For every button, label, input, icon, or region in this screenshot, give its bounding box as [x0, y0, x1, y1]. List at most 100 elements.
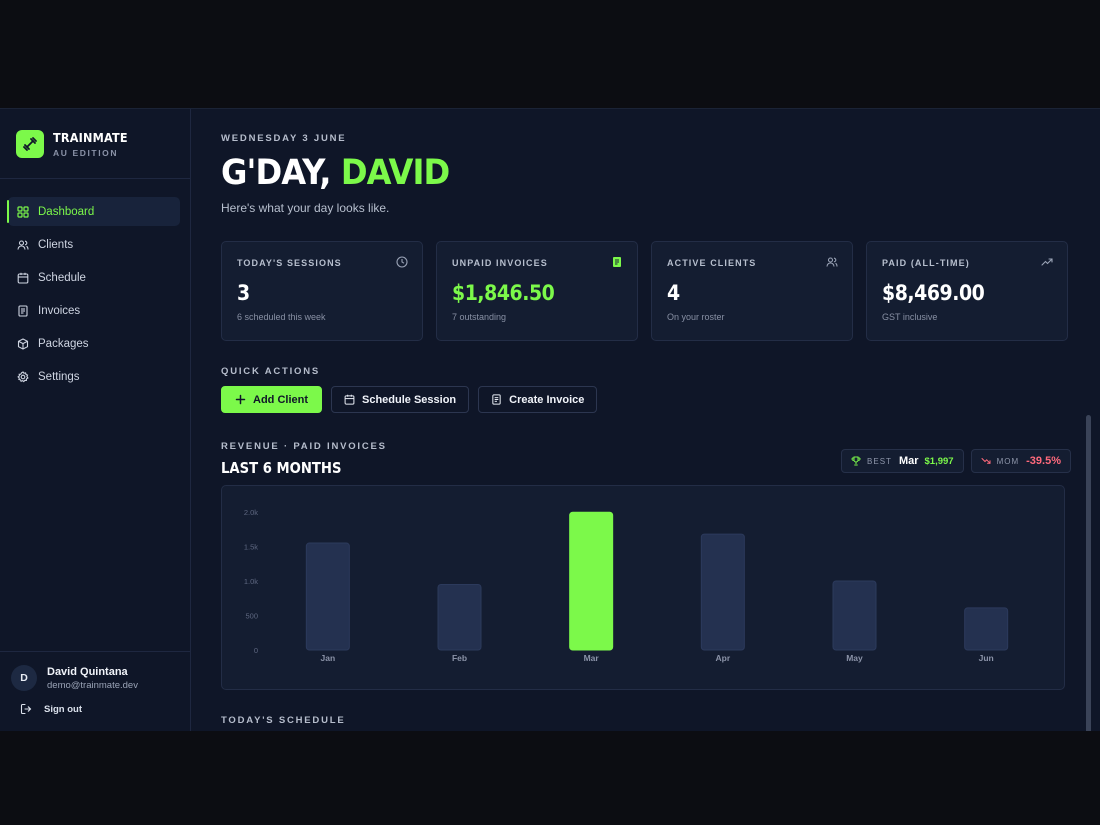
brand[interactable]: TRAINMATE AU EDITION [0, 109, 190, 179]
brand-name: TRAINMATE [53, 129, 128, 145]
letterbox-top [0, 0, 1100, 108]
stat-label: ACTIVE CLIENTS [667, 258, 757, 268]
x-tick-label: May [846, 653, 863, 663]
stats-row: TODAY'S SESSIONS 3 6 scheduled this week… [221, 241, 1071, 341]
bar-jun[interactable] [964, 607, 1009, 651]
sign-out-button[interactable]: Sign out [0, 691, 190, 715]
users-icon [826, 257, 838, 267]
greeting-prefix: G'DAY, [221, 153, 341, 193]
y-tick-label: 1.5k [244, 543, 258, 552]
revenue-chart: 0 500 1.0k 1.5k 2.0k Jan Feb Mar Apr May Jun [221, 485, 1065, 690]
schedule-session-label: Schedule Session [362, 393, 457, 406]
dumbbell-icon [16, 129, 44, 158]
mom-change: -39.5% [1026, 455, 1061, 467]
stat-subtext: GST inclusive [882, 312, 938, 322]
trending-up-icon [1041, 258, 1053, 266]
stat-subtext: On your roster [667, 312, 725, 322]
stat-card-active-clients[interactable]: ACTIVE CLIENTS 4 On your roster [651, 241, 853, 341]
best-month: Mar [898, 455, 919, 467]
schedule-session-button[interactable]: Schedule Session [331, 386, 470, 413]
stat-label: PAID (ALL-TIME) [882, 258, 970, 268]
best-label: BEST [867, 456, 892, 466]
sidebar-item-label: Settings [38, 370, 80, 383]
x-tick-label: Jan [321, 653, 336, 663]
stat-value: $1,846.50 [452, 281, 555, 305]
sign-out-label: Sign out [44, 703, 82, 715]
sidebar-item-label: Dashboard [38, 205, 95, 218]
trophy-icon [851, 456, 861, 466]
sidebar-nav: Dashboard Clients Schedule Invoices Pack… [0, 179, 190, 391]
brand-subtitle: AU EDITION [53, 147, 119, 158]
x-tick-label: Jun [979, 653, 994, 663]
y-tick-label: 0 [254, 646, 258, 655]
bar-may[interactable] [832, 580, 877, 651]
stat-label: UNPAID INVOICES [452, 258, 548, 268]
user-email: demo@trainmate.dev [47, 679, 138, 691]
add-client-label: Add Client [253, 393, 308, 406]
mom-label: MOM [996, 456, 1020, 466]
sidebar-item-clients[interactable]: Clients [8, 230, 180, 259]
mom-change-badge: MOM -39.5% [970, 449, 1071, 473]
x-tick-label: Feb [452, 653, 467, 663]
sidebar-footer: D David Quintana demo@trainmate.dev Sign… [0, 651, 190, 731]
letterbox-bottom [0, 731, 1100, 825]
x-tick-label: Mar [584, 653, 600, 663]
x-tick-label: Apr [716, 653, 731, 663]
bar-mar[interactable] [569, 511, 614, 651]
current-date: WEDNESDAY 3 JUNE [221, 133, 347, 144]
receipt-icon [492, 394, 501, 405]
scrollbar[interactable] [1086, 415, 1091, 731]
bar-jan[interactable] [305, 542, 350, 651]
main-content: WEDNESDAY 3 JUNE G'DAY, DAVID Here's wha… [191, 109, 1100, 731]
bar-feb[interactable] [437, 583, 482, 651]
app-window: TRAINMATE AU EDITION Dashboard Clients S… [0, 108, 1100, 731]
sidebar-item-packages[interactable]: Packages [8, 329, 180, 358]
calendar-icon [344, 394, 355, 405]
trending-down-icon [981, 458, 991, 464]
quick-actions: Add Client Schedule Session Create Invoi… [221, 386, 1071, 413]
bar-apr[interactable] [700, 533, 745, 651]
stat-card-unpaid-invoices[interactable]: UNPAID INVOICES $1,846.50 7 outstanding [436, 241, 638, 341]
package-icon [17, 337, 29, 350]
create-invoice-button[interactable]: Create Invoice [478, 386, 598, 413]
logout-icon [20, 703, 32, 715]
greeting-name: DAVID [340, 153, 450, 193]
stat-card-paid-all-time[interactable]: PAID (ALL-TIME) $8,469.00 GST inclusive [866, 241, 1068, 341]
sidebar-item-dashboard[interactable]: Dashboard [7, 197, 180, 226]
user-name: David Quintana [47, 665, 128, 678]
stat-card-sessions[interactable]: TODAY'S SESSIONS 3 6 scheduled this week [221, 241, 423, 341]
sidebar: TRAINMATE AU EDITION Dashboard Clients S… [0, 109, 191, 731]
sidebar-item-label: Clients [38, 238, 74, 251]
stat-label: TODAY'S SESSIONS [237, 258, 342, 268]
todays-schedule-heading: TODAY'S SCHEDULE [221, 715, 346, 726]
y-tick-label: 500 [245, 612, 258, 621]
sidebar-item-settings[interactable]: Settings [8, 362, 180, 391]
add-client-button[interactable]: Add Client [221, 386, 322, 413]
create-invoice-label: Create Invoice [509, 393, 585, 406]
user-profile[interactable]: D David Quintana demo@trainmate.dev [0, 652, 190, 691]
calendar-icon [17, 272, 29, 284]
receipt-icon [613, 257, 621, 267]
stat-value: 3 [237, 281, 250, 305]
gear-icon [17, 370, 29, 382]
sidebar-item-schedule[interactable]: Schedule [8, 263, 180, 292]
sidebar-item-label: Packages [38, 337, 89, 350]
grid-icon [17, 205, 29, 218]
page-subtitle: Here's what your day looks like. [221, 201, 390, 215]
stat-subtext: 6 scheduled this week [237, 312, 326, 322]
sidebar-item-label: Invoices [38, 304, 81, 317]
sidebar-item-invoices[interactable]: Invoices [8, 296, 180, 325]
page-title: G'DAY, DAVID [221, 156, 1003, 191]
stat-subtext: 7 outstanding [452, 312, 507, 322]
y-tick-label: 1.0k [244, 577, 258, 586]
revenue-bar-chart: 0 500 1.0k 1.5k 2.0k Jan Feb Mar Apr May Jun [244, 508, 1009, 663]
sidebar-item-label: Schedule [38, 271, 86, 284]
best-amount: $1,997 [924, 455, 954, 467]
y-tick-label: 2.0k [244, 508, 258, 517]
avatar: D [11, 665, 37, 691]
stat-value: $8,469.00 [882, 281, 985, 305]
quick-actions-heading: QUICK ACTIONS [221, 366, 321, 377]
stat-value: 4 [667, 281, 680, 305]
revenue-badges: BEST Mar $1,997 MOM -39.5% [841, 449, 1071, 473]
best-month-badge: BEST Mar $1,997 [841, 449, 964, 473]
